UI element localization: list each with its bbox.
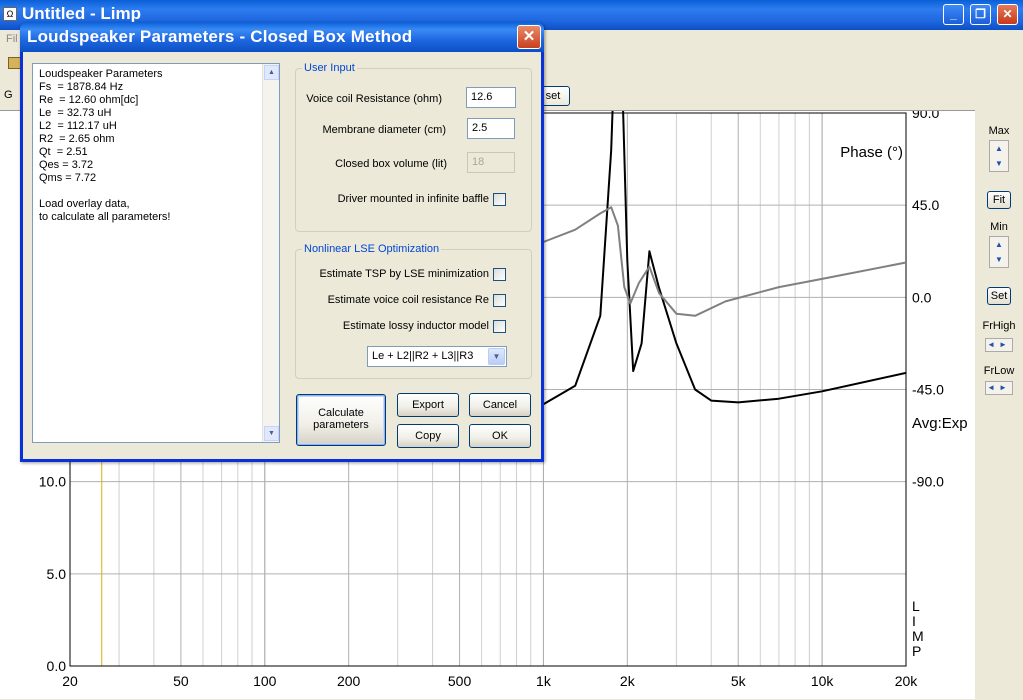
calculate-parameters-button[interactable]: Calculate parameters [296,394,386,446]
set-button[interactable]: Set [987,287,1011,305]
ok-button[interactable]: OK [469,424,531,448]
phase-axis-title: Phase (°) [840,144,903,161]
dialog-titlebar[interactable]: Loudspeaker Parameters - Closed Box Meth… [20,22,544,52]
scroll-down-icon[interactable]: ▼ [264,426,279,441]
cancel-button[interactable]: Cancel [469,393,531,417]
phase-tick-label: 45.0 [912,197,939,213]
down-arrow-icon[interactable]: ▼ [990,252,1008,267]
x-tick-label: 2k [620,673,636,689]
x-tick-label: 1k [536,673,552,689]
frhigh-label: FrHigh [982,320,1016,332]
dialog-title: Loudspeaker Parameters - Closed Box Meth… [27,27,413,46]
app-icon[interactable]: Ω [3,7,17,21]
user-input-group: User Input Voice coil Resistance (ohm) 1… [295,62,532,232]
down-arrow-icon[interactable]: ▼ [990,156,1008,171]
phase-tick-label: 90.0 [912,111,939,121]
inductor-model-value: Le + L2||R2 + L3||R3 [372,350,474,362]
frlow-label: FrLow [983,365,1015,377]
avg-label: Avg:Exp [912,415,968,432]
minimize-button[interactable]: _ [943,4,964,25]
results-textbox[interactable]: Loudspeaker Parameters Fs = 1878.84 Hz R… [32,63,280,443]
side-letter: P [912,643,921,659]
infinite-baffle-label: Driver mounted in infinite baffle [337,193,489,205]
results-scrollbar[interactable]: ▲ ▼ [262,64,279,442]
results-text: Loudspeaker Parameters Fs = 1878.84 Hz R… [39,68,171,223]
closed-box-dialog: Loudspeaker Parameters - Closed Box Meth… [20,22,544,462]
y-tick-label: 5.0 [47,566,67,582]
copy-button[interactable]: Copy [397,424,459,448]
user-input-legend: User Input [302,62,357,74]
min-label: Min [990,221,1008,233]
x-tick-label: 20 [62,673,78,689]
restore-button[interactable]: ❐ [970,4,991,25]
close-app-button[interactable]: ✕ [997,4,1018,25]
x-tick-label: 5k [731,673,747,689]
estimate-re-label: Estimate voice coil resistance Re [327,294,489,306]
voice-coil-field[interactable]: 12.6 [466,87,516,108]
inductor-model-select[interactable]: Le + L2||R2 + L3||R3 ▼ [367,346,507,367]
infinite-baffle-checkbox[interactable] [493,193,506,206]
y-tick-label: 10.0 [39,474,66,490]
box-volume-field: 18 [467,152,515,173]
phase-tick-label: -90.0 [912,474,944,490]
scroll-up-icon[interactable]: ▲ [264,65,279,80]
export-button[interactable]: Export [397,393,459,417]
fit-button[interactable]: Fit [987,191,1011,209]
chevron-down-icon[interactable]: ▼ [488,348,505,365]
membrane-field[interactable]: 2.5 [467,118,515,139]
x-tick-label: 50 [173,673,189,689]
up-arrow-icon[interactable]: ▲ [990,141,1008,156]
x-tick-label: 10k [811,673,835,689]
estimate-inductor-checkbox[interactable] [493,320,506,333]
voice-coil-label: Voice coil Resistance (ohm) [306,93,442,105]
estimate-tsp-checkbox[interactable] [493,268,506,281]
frhigh-spinner[interactable]: ◄► [985,338,1013,352]
x-tick-label: 100 [253,673,277,689]
dialog-close-button[interactable]: ✕ [517,25,541,49]
max-label: Max [988,125,1010,137]
x-tick-label: 200 [337,673,361,689]
side-letter: L [912,598,920,614]
frlow-spinner[interactable]: ◄► [985,381,1013,395]
estimate-re-checkbox[interactable] [493,294,506,307]
phase-tick-label: 0.0 [912,289,932,305]
x-tick-label: 500 [448,673,472,689]
max-spinner[interactable]: ▲ ▼ [989,140,1009,172]
plot-controls-panel: Max ▲ ▼ Fit Min ▲ ▼ Set FrHigh ◄► FrLow ◄► [975,110,1023,699]
nonlinear-lse-group: Nonlinear LSE Optimization Estimate TSP … [295,243,532,379]
membrane-label: Membrane diameter (cm) [322,124,446,136]
box-volume-label: Closed box volume (lit) [335,158,447,170]
main-window-title: Untitled - Limp [22,4,141,23]
y-tick-label: 0.0 [47,658,67,674]
min-spinner[interactable]: ▲ ▼ [989,236,1009,268]
side-letter: M [912,628,924,644]
phase-tick-label: -45.0 [912,382,944,398]
nonlinear-lse-legend: Nonlinear LSE Optimization [302,243,442,255]
x-tick-label: 20k [895,673,919,689]
up-arrow-icon[interactable]: ▲ [990,237,1008,252]
estimate-tsp-label: Estimate TSP by LSE minimization [319,268,489,280]
estimate-inductor-label: Estimate lossy inductor model [342,320,489,332]
menu-file[interactable]: Fil [6,33,18,45]
side-letter: I [912,613,916,629]
